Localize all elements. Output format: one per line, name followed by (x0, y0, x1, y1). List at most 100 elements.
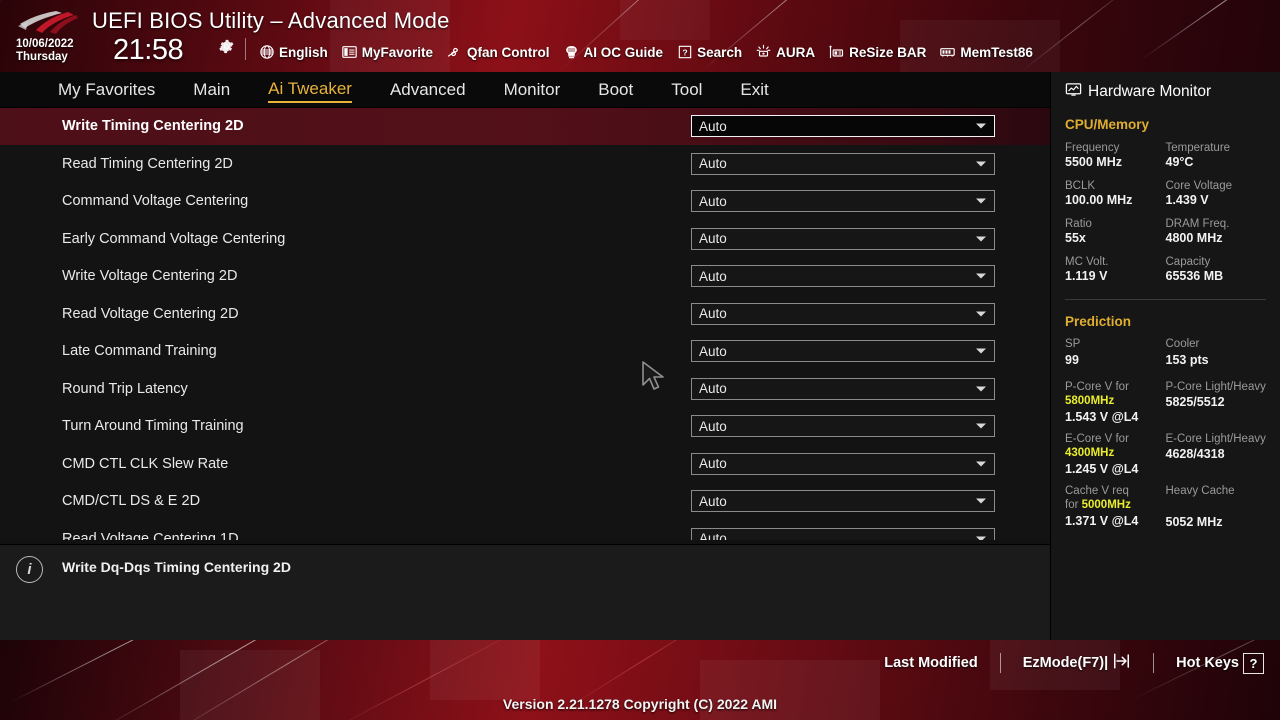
chevron-down-icon[interactable] (976, 498, 986, 504)
menu-item-ai-tweaker[interactable]: Ai Tweaker (268, 77, 352, 103)
ezmode-button[interactable]: EzMode(F7)| (1023, 652, 1131, 674)
stat-value: 55x (1065, 231, 1086, 245)
toolbar-item-memtest86[interactable]: MemTest86 (939, 44, 1033, 61)
settings-row[interactable]: CMD CTL CLK Slew Rate Auto (0, 445, 1050, 483)
menu-item-advanced[interactable]: Advanced (390, 78, 466, 102)
toolbar-label: MemTest86 (960, 44, 1033, 60)
chevron-down-icon[interactable] (976, 461, 986, 467)
settings-row[interactable]: Read Timing Centering 2D Auto (0, 145, 1050, 183)
settings-row-dropdown[interactable]: Auto (691, 527, 995, 540)
monitor-icon (1065, 81, 1082, 103)
dropdown-value: Auto (699, 343, 727, 359)
header-bar: UEFI BIOS Utility – Advanced Mode 10/06/… (0, 0, 1280, 72)
stat-key: Frequency (1065, 142, 1120, 154)
stat-key: Core Voltage (1165, 180, 1233, 192)
pred-key: P-Core V for 5800MHz (1065, 380, 1166, 409)
menu-item-main[interactable]: Main (193, 78, 230, 102)
weekday-value: Thursday (16, 50, 68, 63)
menu-item-tool[interactable]: Tool (671, 78, 702, 102)
chevron-down-icon[interactable] (976, 311, 986, 317)
stat-value: 1.119 V (1065, 269, 1108, 283)
settings-row-dropdown[interactable]: Auto (691, 490, 995, 513)
settings-row-dropdown[interactable]: Auto (691, 190, 995, 213)
mouse-pointer (642, 361, 664, 390)
pred-value: 1.543 V @L4 (1065, 409, 1139, 424)
hardware-monitor-title: Hardware Monitor (1065, 72, 1266, 103)
toolbar-item-english[interactable]: English (258, 44, 328, 61)
toolbar-item-aura[interactable]: AURA (755, 44, 815, 61)
settings-row[interactable]: Write Timing Centering 2D Auto (0, 108, 1050, 145)
cpu-memory-stats: Frequency 5500 MHz Temperature 49°C BCLK… (1065, 141, 1266, 293)
settings-row-dropdown[interactable]: Auto (691, 302, 995, 325)
settings-row-label: Late Command Training (62, 343, 217, 360)
settings-row[interactable]: Read Voltage Centering 2D Auto (0, 295, 1050, 333)
version-text: Version 2.21.1278 Copyright (C) 2022 AMI (502, 696, 778, 712)
settings-row[interactable]: Late Command Training Auto (0, 333, 1050, 371)
chevron-down-icon[interactable] (976, 348, 986, 354)
settings-row-dropdown[interactable]: Auto (691, 115, 995, 138)
chevron-down-icon[interactable] (976, 423, 986, 429)
hot-keys-button[interactable]: Hot Keys ? (1176, 652, 1264, 674)
pred-value: 1.371 V @L4 (1065, 513, 1139, 528)
chevron-down-icon[interactable] (976, 386, 986, 392)
stat-value: 65536 MB (1165, 269, 1224, 283)
settings-row-label: Write Voltage Centering 2D (62, 268, 238, 285)
resize-bar-icon (828, 44, 845, 61)
menu-item-exit[interactable]: Exit (740, 78, 768, 102)
settings-row-dropdown[interactable]: Auto (691, 452, 995, 475)
settings-row-dropdown[interactable]: Auto (691, 265, 995, 288)
chevron-down-icon[interactable] (976, 161, 986, 167)
chevron-down-icon[interactable] (976, 236, 986, 242)
dropdown-value: Auto (699, 118, 727, 134)
memtest-icon (939, 44, 956, 61)
dropdown-value: Auto (699, 381, 727, 397)
footer-bar: Last Modified EzMode(F7)| Hot Keys ? Ver… (0, 640, 1280, 720)
menu-item-boot[interactable]: Boot (598, 78, 633, 102)
settings-row[interactable]: Command Voltage Centering Auto (0, 183, 1050, 221)
header-streak (1139, 0, 1280, 61)
stat-key: Capacity (1165, 256, 1211, 268)
menu-item-monitor[interactable]: Monitor (504, 78, 561, 102)
settings-row[interactable]: CMD/CTL DS & E 2D Auto (0, 483, 1050, 521)
chevron-down-icon[interactable] (976, 198, 986, 204)
settings-row[interactable]: Early Command Voltage Centering Auto (0, 220, 1050, 258)
toolbar-item-search[interactable]: ? Search (676, 44, 742, 61)
section-title-prediction: Prediction (1065, 314, 1132, 329)
search-question-icon: ? (676, 44, 693, 61)
settings-row[interactable]: Turn Around Timing Training Auto (0, 408, 1050, 446)
settings-row-dropdown[interactable]: Auto (691, 340, 995, 363)
toolbar-item-myfavorite[interactable]: MyFavorite (341, 44, 433, 61)
chevron-down-icon[interactable] (976, 273, 986, 279)
last-modified-button[interactable]: Last Modified (884, 655, 977, 671)
toolbar-item-qfan-control[interactable]: Qfan Control (446, 44, 550, 61)
ai-oc-icon (563, 44, 580, 61)
settings-row-dropdown[interactable]: Auto (691, 377, 995, 400)
settings-row[interactable]: Write Voltage Centering 2D Auto (0, 258, 1050, 296)
settings-row[interactable]: Round Trip Latency Auto (0, 370, 1050, 408)
pred-cooler: Cooler 153 pts (1166, 337, 1267, 368)
settings-row[interactable]: Read Voltage Centering 1D Auto (0, 520, 1050, 540)
aura-light-icon (755, 44, 772, 61)
gear-icon[interactable] (218, 38, 235, 55)
pred-key: E-Core Light/Heavy (1165, 432, 1266, 445)
svg-text:?: ? (682, 47, 687, 57)
dropdown-value: Auto (699, 306, 727, 322)
pred-cache-voltage: Cache V req for 5000MHz 1.371 V @L4 (1065, 484, 1166, 531)
toolbar-item-resize-bar[interactable]: ReSize BAR (828, 44, 926, 61)
stat-value: 49°C (1165, 155, 1194, 169)
menu-item-my-favorites[interactable]: My Favorites (58, 78, 155, 102)
stat-capacity: Capacity 65536 MB (1166, 255, 1267, 284)
chevron-down-icon[interactable] (976, 123, 986, 129)
date-value: 10/06/2022 (16, 38, 74, 50)
footer-divider (1153, 653, 1155, 673)
pred-ecore-light-heavy: E-Core Light/Heavy 4628/4318 (1166, 432, 1267, 477)
settings-row-dropdown[interactable]: Auto (691, 227, 995, 250)
chevron-down-icon[interactable] (976, 536, 986, 540)
scrollbar-track[interactable] (1032, 108, 1036, 540)
toolbar-label: AI OC Guide (583, 44, 664, 60)
toolbar-item-ai-oc-guide[interactable]: AI OC Guide (563, 44, 664, 61)
toolbar-label: Qfan Control (467, 44, 550, 60)
pred-key-freq: 5800MHz (1065, 395, 1115, 407)
settings-row-dropdown[interactable]: Auto (691, 415, 995, 438)
settings-row-dropdown[interactable]: Auto (691, 152, 995, 175)
